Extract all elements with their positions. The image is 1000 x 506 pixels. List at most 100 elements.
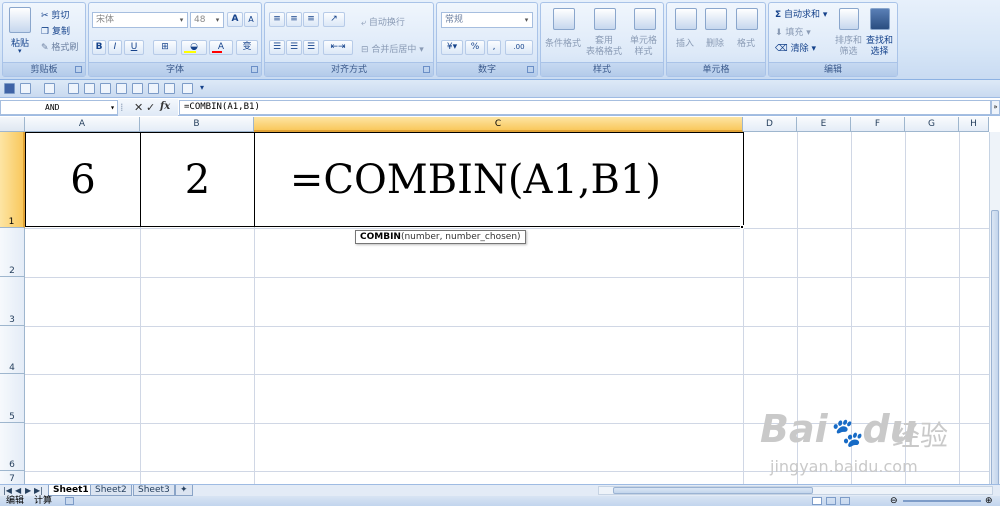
comma-button[interactable]: , <box>487 40 501 55</box>
horizontal-scroll-thumb[interactable] <box>613 487 813 494</box>
fill-handle[interactable] <box>740 225 744 229</box>
cell-a1[interactable]: 6 <box>25 132 141 227</box>
align-right-button[interactable]: ☰ <box>303 40 319 55</box>
italic-button[interactable]: I <box>108 40 122 55</box>
column-header-e[interactable]: E <box>797 117 851 132</box>
zoom-out-icon[interactable]: ⊖ <box>890 496 898 506</box>
last-sheet-icon[interactable]: ▶| <box>34 486 43 495</box>
sheet-tab-2[interactable]: Sheet2 <box>90 485 132 496</box>
percent-button[interactable]: % <box>465 40 485 55</box>
chevron-down-icon[interactable]: ▾ <box>110 101 115 114</box>
autosum-button[interactable]: Σ 自动求和 ▾ <box>775 7 827 20</box>
formula-input[interactable]: =COMBIN(A1,B1) <box>179 100 991 115</box>
column-header-a[interactable]: A <box>25 117 140 132</box>
vertical-scroll-thumb[interactable] <box>991 210 999 484</box>
align-top-button[interactable]: ≡ <box>269 12 285 27</box>
column-header-b[interactable]: B <box>140 117 254 132</box>
page-layout-view-icon[interactable] <box>826 497 836 505</box>
phonetic-button[interactable]: 变 <box>236 40 258 55</box>
borders-button[interactable]: ⊞ <box>153 40 177 55</box>
font-name-combo[interactable]: 宋体 ▾ <box>92 12 188 28</box>
new-file-icon[interactable] <box>68 83 79 94</box>
print-icon[interactable] <box>116 83 127 94</box>
redo-icon[interactable] <box>44 83 55 94</box>
paste-icon[interactable] <box>9 7 31 33</box>
camera-icon[interactable] <box>132 83 143 94</box>
prev-sheet-icon[interactable]: ◀ <box>15 486 21 495</box>
open-file-icon[interactable] <box>84 83 95 94</box>
format-cells-button[interactable]: 格式 <box>737 36 755 49</box>
paste-dropdown-icon[interactable]: ▾ <box>18 47 22 55</box>
merge-center-button[interactable]: ⊟ 合并后居中 ▾ <box>361 42 424 55</box>
font-launcher-icon[interactable] <box>251 66 258 73</box>
font-color-button[interactable]: A <box>209 40 233 55</box>
sheet-tab-3[interactable]: Sheet3 <box>133 485 175 496</box>
row-header-1[interactable]: 1 <box>0 132 25 228</box>
row-header-3[interactable]: 3 <box>0 277 25 326</box>
insert-cells-button[interactable]: 插入 <box>676 36 694 49</box>
align-middle-button[interactable]: ≡ <box>286 12 302 27</box>
decimal-button[interactable]: .00 <box>505 40 533 55</box>
undo-icon[interactable] <box>20 83 31 94</box>
macro-record-icon[interactable] <box>65 497 74 505</box>
row-header-4[interactable]: 4 <box>0 326 25 374</box>
copy-button[interactable]: ❐ 复制 <box>41 24 70 38</box>
column-header-c[interactable]: C <box>254 117 743 132</box>
insert-sheet-tab[interactable]: ✦ <box>175 485 193 496</box>
sheet-tab-1[interactable]: Sheet1 <box>48 485 94 496</box>
table-format-button[interactable]: 套用 表格格式 <box>586 36 622 58</box>
fill-button[interactable]: ⬇ 填充 ▾ <box>775 25 811 38</box>
currency-button[interactable]: ¥▾ <box>441 40 463 55</box>
bold-button[interactable]: B <box>92 40 106 55</box>
font-size-combo[interactable]: 48 ▾ <box>190 12 224 28</box>
print-preview-icon[interactable] <box>100 83 111 94</box>
select-all-corner[interactable] <box>0 117 25 132</box>
zoom-in-icon[interactable]: ⊕ <box>985 496 993 506</box>
grow-font-button[interactable]: A <box>227 12 243 27</box>
name-box[interactable]: AND ▾ <box>0 100 118 115</box>
cut-button[interactable]: ✂ 剪切 <box>41 8 69 22</box>
next-sheet-icon[interactable]: ▶ <box>25 486 31 495</box>
shrink-font-button[interactable]: A <box>244 12 258 27</box>
align-bottom-button[interactable]: ≡ <box>303 12 319 27</box>
cell-b1[interactable]: 2 <box>140 132 255 227</box>
save-icon[interactable] <box>4 83 15 94</box>
first-sheet-icon[interactable]: |◀ <box>3 486 12 495</box>
conditional-format-button[interactable]: 条件格式 <box>545 36 581 49</box>
underline-button[interactable]: U <box>124 40 144 55</box>
wrap-text-button[interactable]: ⤶ 自动换行 <box>361 15 405 28</box>
format-painter-button[interactable]: ✎ 格式刷 <box>41 40 78 54</box>
form-icon[interactable] <box>182 83 193 94</box>
table-icon[interactable] <box>164 83 175 94</box>
normal-view-icon[interactable] <box>812 497 822 505</box>
delete-cells-button[interactable]: 删除 <box>706 36 724 49</box>
align-left-button[interactable]: ☰ <box>269 40 285 55</box>
page-break-view-icon[interactable] <box>840 497 850 505</box>
column-header-g[interactable]: G <box>905 117 959 132</box>
zoom-slider[interactable] <box>903 500 981 502</box>
row-header-5[interactable]: 5 <box>0 374 25 423</box>
clear-button[interactable]: ⌫ 清除 ▾ <box>775 41 816 54</box>
expand-formula-icon[interactable]: » <box>991 100 1000 115</box>
qat-customize-icon[interactable]: ▾ <box>200 83 204 92</box>
column-header-f[interactable]: F <box>851 117 905 132</box>
cancel-icon[interactable]: ✕ <box>134 101 143 114</box>
cell-styles-button[interactable]: 单元格 样式 <box>630 36 657 58</box>
orientation-button[interactable]: ↗ <box>323 12 345 27</box>
indent-button[interactable]: ⇤⇥ <box>323 40 353 55</box>
row-header-6[interactable]: 6 <box>0 423 25 471</box>
tooltip-function-name[interactable]: COMBIN <box>360 232 401 242</box>
number-format-combo[interactable]: 常规 ▾ <box>441 12 533 28</box>
number-launcher-icon[interactable] <box>527 66 534 73</box>
column-header-h[interactable]: H <box>959 117 989 132</box>
align-center-button[interactable]: ☰ <box>286 40 302 55</box>
alignment-launcher-icon[interactable] <box>423 66 430 73</box>
row-header-7[interactable]: 7 <box>0 471 25 484</box>
sort-filter-button[interactable]: 排序和 筛选 <box>835 36 862 58</box>
row-header-2[interactable]: 2 <box>0 228 25 277</box>
clipboard-launcher-icon[interactable] <box>75 66 82 73</box>
vertical-scrollbar[interactable] <box>989 132 1000 484</box>
insert-function-icon[interactable]: fx <box>160 101 170 112</box>
fill-color-button[interactable]: ◒ <box>181 40 207 55</box>
column-header-d[interactable]: D <box>743 117 797 132</box>
